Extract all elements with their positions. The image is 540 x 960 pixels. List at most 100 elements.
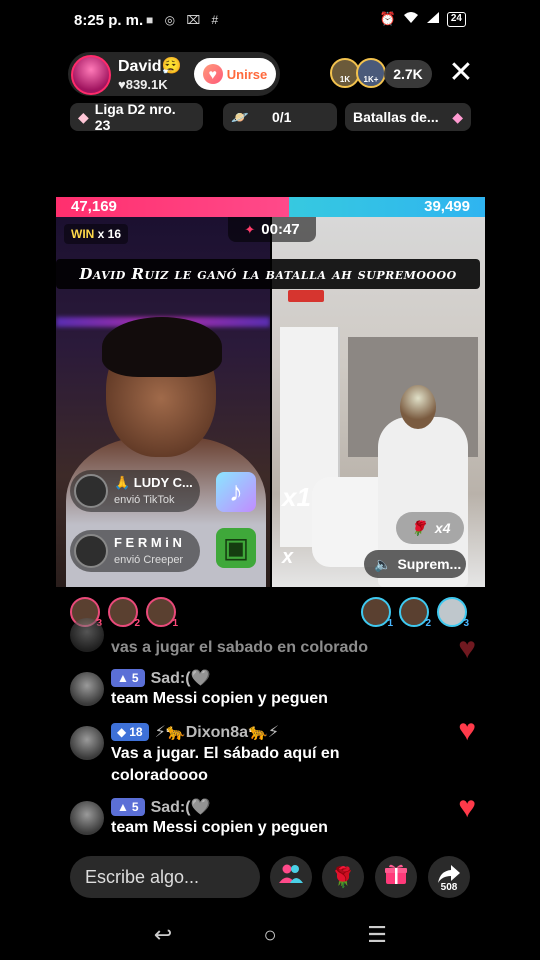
gem-icon: ◆ bbox=[452, 108, 463, 125]
host-profile[interactable]: David😮‍💨 ♥839.1K ♥ Unirse bbox=[68, 52, 280, 96]
level-number: 18 bbox=[129, 725, 143, 739]
win-streak-tag: WIN x 16 bbox=[64, 224, 129, 244]
close-icon[interactable]: ✕ bbox=[446, 58, 476, 88]
chat-meta: ▲ 5 Sad:(🩶 bbox=[111, 668, 211, 688]
viewer-count[interactable]: 2.7K bbox=[384, 60, 432, 88]
rank-number: 1 bbox=[387, 618, 393, 629]
creeper-gift-icon: ▣ bbox=[216, 528, 256, 568]
score-left: 47,169 bbox=[71, 198, 117, 215]
mute-icon: 🔈 bbox=[374, 555, 392, 572]
left-ranker-avatar[interactable]: 1 bbox=[146, 597, 178, 629]
right-ranker-avatar[interactable]: 1 bbox=[361, 597, 393, 629]
rank-number: 2 bbox=[425, 618, 431, 629]
level-badge: ▲ 5 bbox=[111, 798, 145, 816]
recents-icon[interactable]: ☰ bbox=[362, 922, 392, 948]
status-right: ⏰ 24 bbox=[380, 11, 466, 27]
gift-notice[interactable]: 🙏 LUDY C... envió TikTok bbox=[70, 470, 200, 512]
battle-score-bar: 47,169 39,499 bbox=[56, 197, 485, 217]
battle-timer: ✦ 00:47 bbox=[228, 217, 316, 242]
score-right: 39,499 bbox=[424, 198, 470, 215]
heart-icon[interactable]: ♥ bbox=[458, 634, 476, 664]
chat-message[interactable]: ▲ 5 Sad:(🩶 team Messi copien y peguen ♥ bbox=[70, 793, 476, 843]
chat-meta: ▲ 5 Sad:(🩶 bbox=[111, 797, 211, 817]
gifter-avatar[interactable] bbox=[74, 474, 108, 508]
alarm-icon: ⏰ bbox=[379, 11, 396, 26]
top-viewers[interactable]: 1K 1K+ bbox=[330, 58, 390, 90]
rank-number: 3 bbox=[463, 618, 469, 629]
opponent-head bbox=[400, 385, 436, 429]
join-heart-icon: ♥ bbox=[202, 64, 223, 84]
chat-avatar[interactable] bbox=[70, 726, 104, 760]
multiplier-label-2: x bbox=[282, 546, 294, 568]
chat-username[interactable]: Sad:(🩶 bbox=[151, 797, 211, 817]
score-bar-left: 47,169 bbox=[56, 197, 289, 217]
chat-text: team Messi copien y peguen bbox=[111, 690, 328, 707]
gift-icon bbox=[384, 862, 408, 892]
gift-notice[interactable]: F E R M i N envió Creeper bbox=[70, 530, 200, 572]
goal-progress: 0/1 bbox=[271, 109, 292, 125]
share-button[interactable]: 508 bbox=[428, 856, 470, 898]
opponent-name: Suprem... bbox=[397, 556, 462, 572]
tiktok-gift-icon: ♪ bbox=[216, 472, 256, 512]
chat-message[interactable]: ▲ 5 Sad:(🩶 team Messi copien y peguen bbox=[70, 668, 470, 714]
level-badge: ▲ 5 bbox=[111, 669, 145, 687]
battles-chip[interactable]: Batallas de... ◆ bbox=[345, 103, 471, 131]
notification-icons: ■ ◎ ⌧ # bbox=[146, 13, 223, 27]
rank-number: 1 bbox=[172, 618, 178, 629]
system-nav-bar: ↩ ○ ☰ bbox=[0, 912, 540, 960]
chat-avatar[interactable] bbox=[70, 801, 104, 835]
level-number: 5 bbox=[131, 800, 139, 814]
multiplier-label: x1 bbox=[282, 482, 311, 512]
gifter-name: F E R M i N bbox=[114, 535, 182, 550]
heart-icon[interactable]: ♥ bbox=[458, 793, 476, 823]
host-avatar[interactable] bbox=[71, 55, 111, 95]
chat-avatar[interactable] bbox=[70, 618, 104, 652]
chat-username[interactable]: Sad:(🩶 bbox=[151, 668, 211, 688]
rank-number: 2 bbox=[134, 618, 140, 629]
share-count: 508 bbox=[440, 882, 458, 893]
league-label: Liga D2 nro. 23 bbox=[94, 101, 176, 133]
timer-value: 00:47 bbox=[261, 221, 300, 238]
right-ranker-avatar[interactable]: 3 bbox=[437, 597, 469, 629]
chat-text: Vas a jugar. El sábado aquí en bbox=[111, 745, 340, 762]
level-number: 5 bbox=[131, 671, 139, 685]
chat-avatar[interactable] bbox=[70, 672, 104, 706]
comment-input[interactable]: Escribe algo... bbox=[70, 856, 260, 898]
level-icon: ◆ bbox=[117, 725, 127, 739]
chat-meta: ◆ 18 ⚡🐆Dixon8a🐆⚡ bbox=[111, 722, 279, 742]
opponent-sound-toggle[interactable]: 🔈 Suprem... bbox=[364, 550, 466, 578]
win-label: WIN bbox=[71, 227, 95, 241]
right-ranker-avatar[interactable]: 2 bbox=[399, 597, 431, 629]
join-label: Unirse bbox=[226, 66, 268, 82]
signal-icon bbox=[426, 11, 440, 27]
heart-icon[interactable]: ♥ bbox=[458, 716, 476, 746]
streamer-hair bbox=[102, 317, 222, 377]
chat-username[interactable]: ⚡🐆Dixon8a🐆⚡ bbox=[155, 722, 280, 742]
goal-chip[interactable]: 🪐 0/1 bbox=[223, 103, 337, 131]
status-time: 8:25 p. m. bbox=[74, 12, 144, 29]
chat-text-line2: coloradoooo bbox=[111, 767, 208, 784]
join-button[interactable]: ♥ Unirse bbox=[194, 58, 276, 90]
battery-indicator: 24 bbox=[446, 11, 466, 27]
gift-description: envió TikTok bbox=[114, 494, 175, 506]
viewer-badge: 1K bbox=[339, 75, 351, 84]
level-badge: ◆ 18 bbox=[111, 723, 149, 741]
chat-message[interactable]: ◆ 18 ⚡🐆Dixon8a🐆⚡ Vas a jugar. El sábado a… bbox=[70, 716, 476, 788]
home-icon[interactable]: ○ bbox=[255, 922, 285, 948]
guests-button[interactable] bbox=[270, 856, 312, 898]
gift-description: envió Creeper bbox=[114, 554, 184, 566]
rose-counter: 🌹 x4 bbox=[396, 512, 464, 544]
rose-icon: 🌹 bbox=[409, 519, 427, 536]
league-chip[interactable]: ◆ Liga D2 nro. 23 bbox=[70, 101, 203, 133]
battles-label: Batallas de... bbox=[353, 109, 439, 125]
viewer-avatar[interactable]: 1K+ bbox=[356, 58, 386, 88]
rose-count: x4 bbox=[434, 520, 451, 536]
rose-gift-button[interactable]: 🌹 bbox=[322, 856, 364, 898]
chat-text: vas a jugar el sabado en colorado bbox=[111, 639, 368, 656]
chat-message[interactable]: vas a jugar el sabado en colorado ♥ bbox=[70, 618, 476, 664]
back-icon[interactable]: ↩ bbox=[148, 922, 178, 948]
gift-button[interactable] bbox=[375, 856, 417, 898]
gifter-avatar[interactable] bbox=[74, 534, 108, 568]
left-ranker-avatar[interactable]: 2 bbox=[108, 597, 140, 629]
rose-icon: 🌹 bbox=[330, 866, 356, 889]
